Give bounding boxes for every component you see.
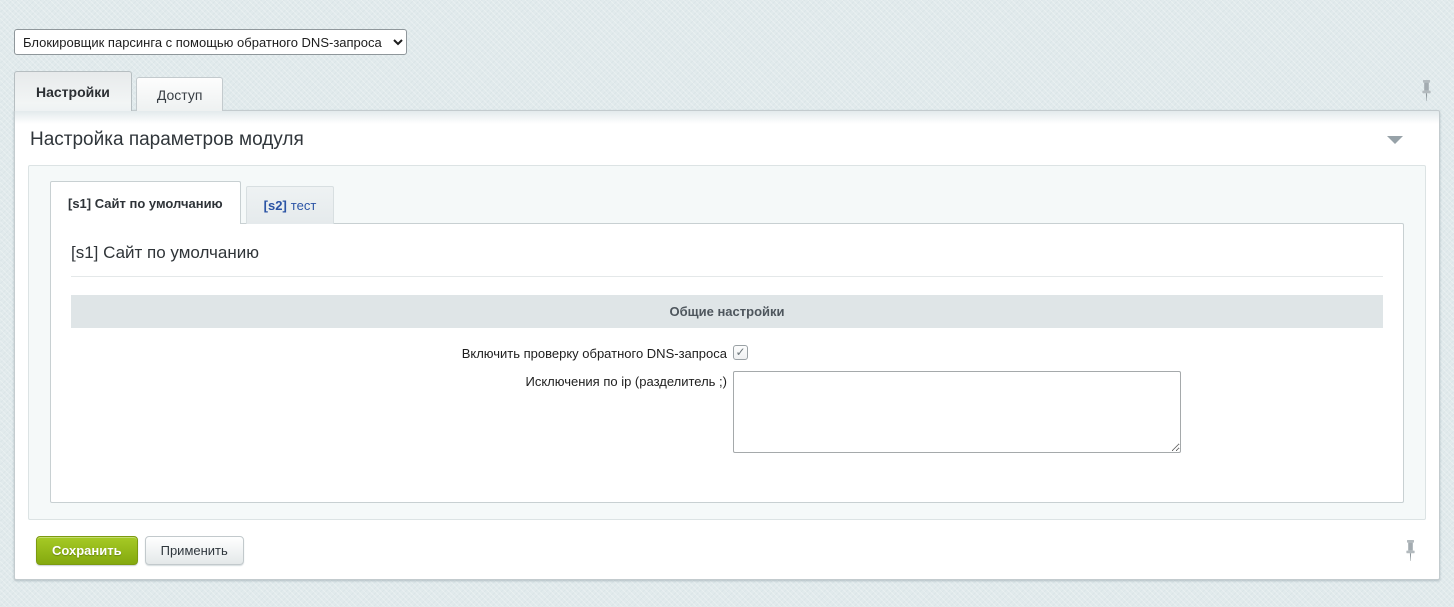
site-settings-content: [s1] Сайт по умолчанию Общие настройки В… [50, 223, 1404, 503]
module-options-fieldset: [s1] Сайт по умолчанию [s2] тест [s1] Са… [28, 165, 1426, 520]
site-tab-s2[interactable]: [s2] тест [246, 186, 335, 224]
tab-settings-label: Настройки [36, 84, 110, 100]
site-tab-s1[interactable]: [s1] Сайт по умолчанию [50, 181, 241, 224]
page-title: Настройка параметров модуля [30, 129, 304, 151]
dns-check-label: Включить проверку обратного DNS-запроса [71, 343, 727, 362]
section-header: Настройка параметров модуля [15, 111, 1439, 165]
form-buttons-bar: Сохранить Применить [15, 520, 1439, 565]
pin-icon-bottom[interactable] [1404, 540, 1417, 562]
ip-exceptions-label: Исключения по ip (разделитель ;) [71, 371, 727, 390]
save-button[interactable]: Сохранить [36, 536, 138, 565]
settings-panel: Настройка параметров модуля [s1] Сайт по… [14, 110, 1440, 580]
collapse-section-button[interactable] [1383, 132, 1407, 148]
site-tab-s2-prefix: [s2] [264, 198, 287, 213]
ip-exceptions-control [727, 371, 1181, 458]
tab-access-label: Доступ [157, 87, 203, 103]
module-select-area: Блокировщик парсинга с помощью обратного… [0, 0, 1454, 55]
pushpin-icon-graphic [1404, 540, 1417, 562]
ip-exceptions-textarea[interactable] [733, 371, 1181, 453]
chevron-down-icon [1387, 136, 1403, 144]
site-tab-s1-label: [s1] Сайт по умолчанию [68, 196, 223, 211]
pushpin-icon-graphic [1420, 80, 1433, 102]
site-tab-s2-label: тест [291, 198, 317, 213]
module-select[interactable]: Блокировщик парсинга с помощью обратного… [14, 29, 407, 55]
pin-icon[interactable] [1420, 80, 1433, 102]
tab-settings[interactable]: Настройки [14, 71, 132, 111]
form-row-ip-exceptions: Исключения по ip (разделитель ;) [71, 371, 1383, 458]
site-settings-heading: [s1] Сайт по умолчанию [71, 243, 1383, 277]
dns-check-checkbox[interactable] [733, 345, 748, 360]
form-row-dns-check: Включить проверку обратного DNS-запроса [71, 343, 1383, 362]
settings-group-header: Общие настройки [71, 295, 1383, 328]
top-tab-bar: Настройки Доступ [0, 71, 1454, 111]
dns-check-control [727, 343, 748, 362]
tab-access[interactable]: Доступ [136, 77, 224, 111]
site-tab-bar: [s1] Сайт по умолчанию [s2] тест [50, 181, 1404, 224]
settings-group-header-label: Общие настройки [670, 304, 785, 319]
apply-button[interactable]: Применить [145, 536, 244, 565]
